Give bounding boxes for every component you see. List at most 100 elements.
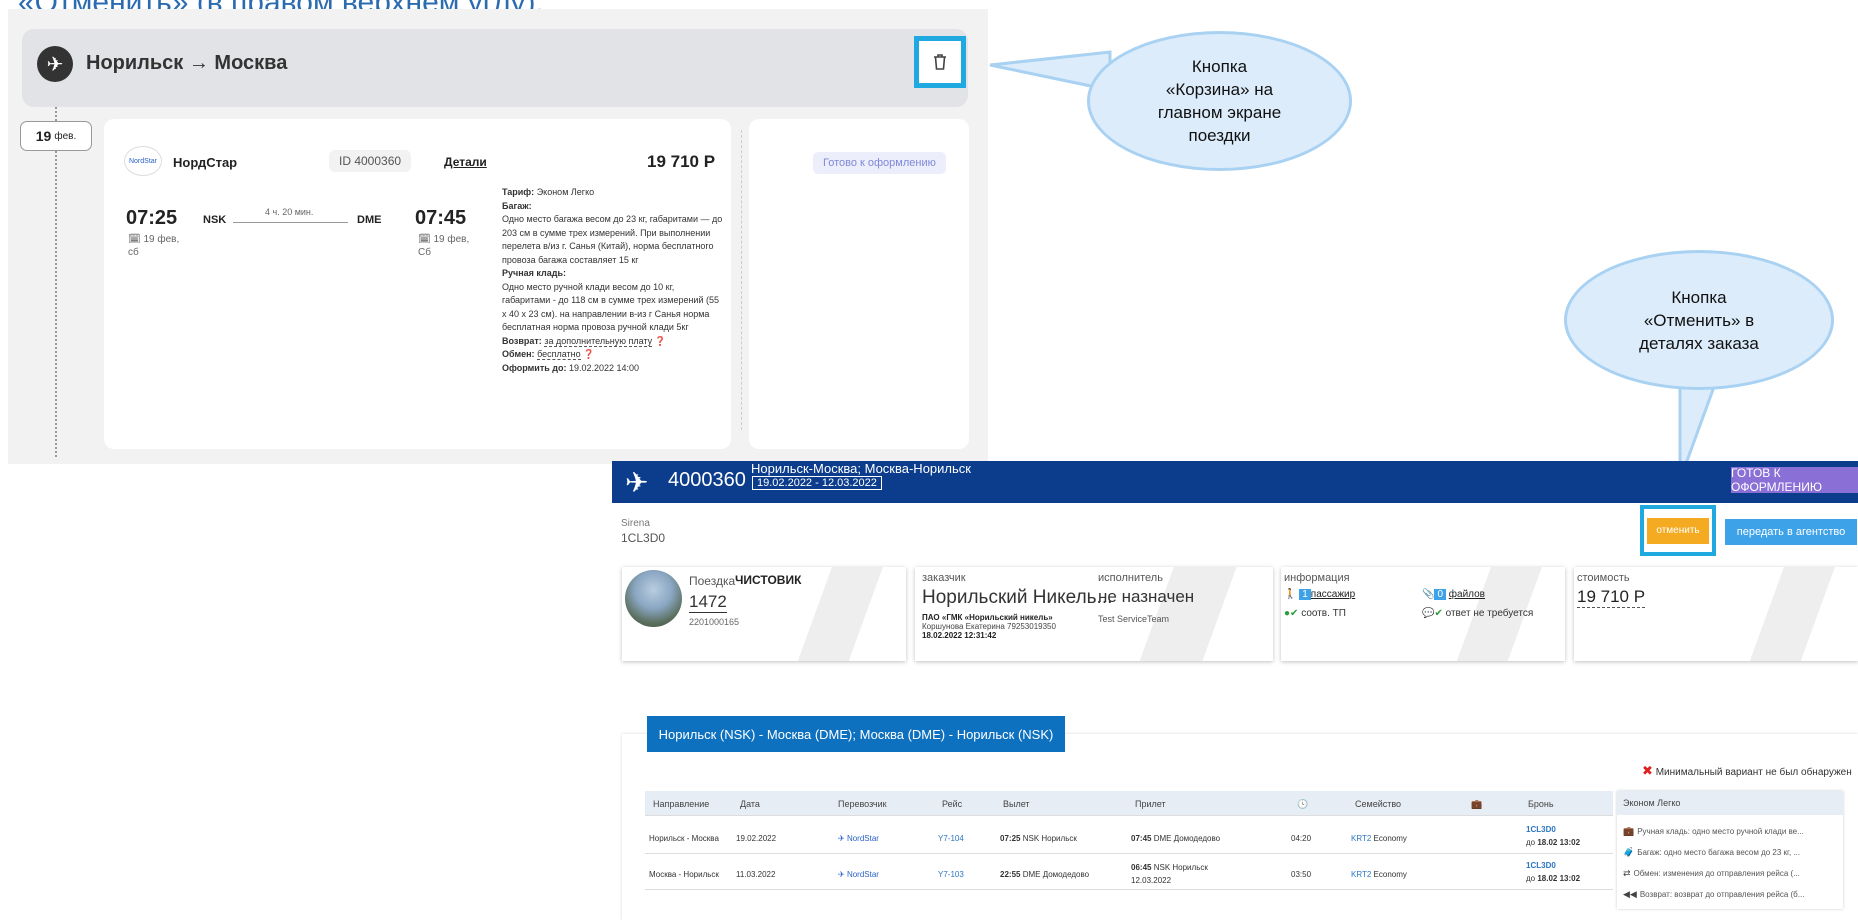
cart-trash-button[interactable]: [914, 36, 966, 88]
deadline-value: 19.02.2022 14:00: [569, 362, 640, 373]
transfer-to-agency-button[interactable]: передать в агентство: [1725, 519, 1857, 545]
col-booking: Бронь: [1528, 799, 1554, 809]
callout-cancel: Кнопка «Отменить» в деталях заказа: [1564, 250, 1834, 390]
gds-label: Sirena: [621, 518, 650, 529]
cost-label: стоимость: [1577, 572, 1630, 584]
airline-name: НордСтар: [173, 155, 238, 170]
row2-pnr[interactable]: 1CL3D0: [1526, 861, 1556, 870]
paperclip-icon: 📎: [1422, 589, 1435, 600]
row1-pnr-until: до 18.02 13:02: [1526, 838, 1580, 847]
row2-arr-place: NSK Норильск: [1153, 863, 1208, 872]
customer-label: заказчик: [922, 572, 966, 584]
files-link[interactable]: 📎 0 файлов: [1422, 589, 1485, 600]
row2-family: KRT2 Economy: [1351, 870, 1407, 879]
details-link[interactable]: Детали: [444, 155, 487, 169]
help-icon[interactable]: ❓: [583, 349, 594, 359]
card-divider: [741, 130, 742, 430]
row2-family-code[interactable]: KRT2: [1351, 870, 1371, 879]
row1-family-name: Economy: [1373, 834, 1407, 843]
fare-hand-luggage: 💼 Ручная кладь: одно место ручной клади в…: [1623, 826, 1804, 837]
hand-luggage-text: Одно место ручной клади весом до 10 кг, …: [502, 281, 719, 333]
tariff-value: Эконом Легко: [536, 187, 595, 197]
trip-price: 19 710 Р: [647, 152, 716, 171]
calendar-icon: 🗓: [128, 234, 144, 245]
executor-label: исполнитель: [1098, 572, 1163, 584]
plane-icon: ✈: [625, 467, 649, 498]
help-icon[interactable]: ❓: [655, 336, 666, 346]
row2-dep-time: 22:55: [1000, 870, 1021, 879]
refund-value[interactable]: за дополнительную плату: [544, 335, 653, 347]
tariff-details: Тариф: Эконом Легко Багаж: Одно место ба…: [502, 186, 724, 375]
trip-avatar: [625, 570, 682, 627]
departure-time: 07:25: [126, 207, 178, 229]
suitcase-icon: 🧳: [1623, 847, 1635, 857]
row2-arr-date: 12.03.2022: [1131, 876, 1172, 885]
trash-icon: [934, 54, 946, 70]
cancel-highlight: отменить: [1640, 505, 1716, 556]
row1-carrier-text: NordStar: [846, 834, 879, 843]
row-divider: [645, 889, 1613, 890]
order-dates: 19.02.2022 - 12.03.2022: [752, 476, 882, 490]
passenger-link-text: пассажир: [1310, 589, 1356, 600]
customer-contact: Коршунова Екатерина 79253019350: [922, 622, 1056, 631]
min-variant-notice: ✖ Минимальный вариант не был обнаружен: [1642, 763, 1852, 779]
rewind-icon: ◀◀: [1623, 889, 1637, 899]
row2-pnr-until: до 18.02 13:02: [1526, 874, 1580, 883]
exchange-label: Обмен:: [502, 349, 535, 359]
row2-date: 11.03.2022: [736, 870, 776, 879]
exchange-value[interactable]: бесплатно: [537, 349, 581, 360]
flight-duration: 4 ч. 20 мин.: [265, 207, 314, 217]
row1-direction: Норильск - Москва: [649, 834, 719, 843]
date-chip: 19 фев.: [20, 121, 92, 151]
fare-item-text: Возврат: возврат до отправления рейса (б…: [1639, 890, 1805, 899]
trip-code: 2201000165: [689, 617, 740, 627]
order-status-button[interactable]: ГОТОВ К ОФОРМЛЕНИЮ: [1731, 466, 1858, 494]
tariff-label: Тариф:: [502, 187, 535, 197]
row1-pnr[interactable]: 1CL3D0: [1526, 825, 1556, 834]
departure-date: 🗓 19 фев, сб: [128, 233, 188, 259]
customer-org: ПАО «ГМК «Норильский никель»: [922, 613, 1053, 622]
refund-label: Возврат:: [502, 335, 542, 346]
row1-carrier: ✈ NordStar: [838, 834, 879, 843]
row2-arr-time: 06:45: [1131, 863, 1152, 872]
col-departure: Вылет: [1003, 799, 1030, 809]
row1-dep-place: NSK Норильск: [1022, 834, 1077, 843]
policy-status: ●✔ соотв. ТП: [1284, 608, 1346, 619]
cancel-button[interactable]: отменить: [1647, 517, 1709, 544]
row2-family-name: Economy: [1373, 870, 1407, 879]
passenger-icon: 🚶: [1284, 589, 1300, 600]
row1-duration: 04:20: [1291, 834, 1312, 843]
row2-duration: 03:50: [1291, 870, 1312, 879]
answer-status: 💬✔ ответ не требуется: [1422, 608, 1533, 619]
row1-arrival: 07:45 DME Домодедово: [1131, 834, 1220, 843]
row2-arrival: 06:45 NSK Норильск: [1131, 863, 1208, 872]
col-family: Семейство: [1355, 799, 1402, 809]
row1-family-code[interactable]: KRT2: [1351, 834, 1371, 843]
trip-number-link[interactable]: 1472: [689, 592, 727, 613]
passengers-link[interactable]: 🚶 1 пассажир: [1284, 589, 1355, 600]
fare-item-text: Багаж: одно место багажа весом до 23 кг,…: [1637, 848, 1801, 857]
col-carrier: Перевозчик: [838, 799, 887, 809]
row1-flight[interactable]: Y7-104: [938, 834, 964, 843]
info-label: информация: [1284, 572, 1350, 584]
status-badge: Готово к оформлению: [813, 152, 946, 174]
arrival-time: 07:45: [415, 207, 467, 229]
hand-luggage-label: Ручная кладь:: [502, 268, 567, 278]
row2-flight[interactable]: Y7-103: [938, 870, 964, 879]
row1-until-label: до: [1526, 838, 1536, 847]
departure-code: NSK: [203, 214, 227, 226]
briefcase-icon: 💼: [1471, 799, 1483, 809]
calendar-icon: 🗓: [418, 234, 434, 245]
segments-tab[interactable]: Норильск (NSK) - Москва (DME); Москва (D…: [647, 716, 1065, 752]
row1-arr-place: DME Домодедово: [1153, 834, 1221, 843]
executor-team: Test ServiceTeam: [1098, 614, 1170, 624]
nordstar-logo-icon: ✈: [838, 870, 847, 879]
shield-check-icon: ●✔: [1284, 608, 1299, 619]
customer-timestamp: 18.02.2022 12:31:42: [922, 631, 997, 640]
plane-icon: ✈: [37, 46, 73, 82]
trip-status: ЧИСТОВИК: [735, 573, 802, 587]
row2-departure: 22:55 DME Домодедово: [1000, 870, 1089, 879]
order-route: Норильск-Москва; Москва-Норильск: [751, 461, 971, 476]
fare-item-text: Ручная кладь: одно место ручной клади ве…: [1637, 827, 1804, 836]
files-count: 0: [1434, 589, 1447, 600]
